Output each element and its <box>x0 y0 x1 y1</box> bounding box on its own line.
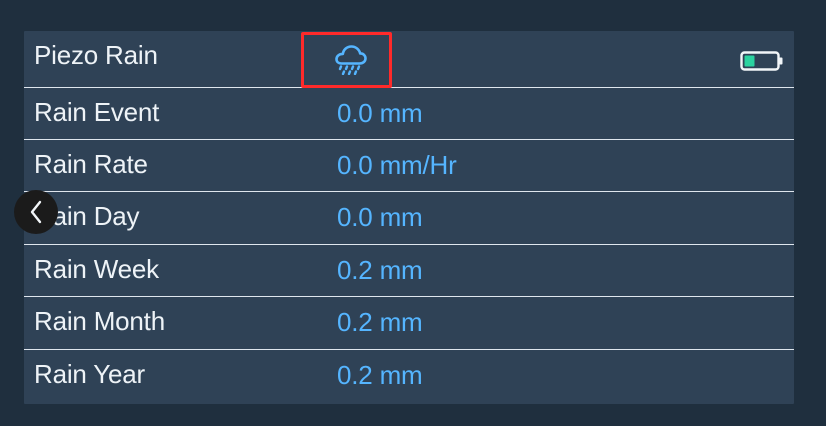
rain-day-row: Rain Day 0.0 mm <box>24 192 794 245</box>
rain-year-row: Rain Year 0.2 mm <box>24 350 794 404</box>
rain-event-label: Rain Event <box>34 97 160 127</box>
rain-month-row: Rain Month 0.2 mm <box>24 297 794 350</box>
rain-day-value: 0.0 mm <box>337 202 423 232</box>
back-button[interactable] <box>14 190 58 234</box>
rain-year-label: Rain Year <box>34 359 145 389</box>
rain-rate-row: Rain Rate 0.0 mm/Hr <box>24 140 794 192</box>
rain-cloud-icon[interactable] <box>333 45 367 75</box>
rain-week-value: 0.2 mm <box>337 255 423 285</box>
battery-icon <box>740 51 783 71</box>
rain-rate-value: 0.0 mm/Hr <box>337 150 457 180</box>
rain-month-label: Rain Month <box>34 306 165 336</box>
rain-week-label: Rain Week <box>34 254 159 284</box>
chevron-left-icon <box>30 200 42 224</box>
screen: Piezo Rain Rain Event 0.0 mm Rain Rate 0… <box>0 0 826 426</box>
piezo-rain-panel: Piezo Rain Rain Event 0.0 mm Rain Rate 0… <box>24 31 794 404</box>
rain-rate-label: Rain Rate <box>34 149 148 179</box>
rain-event-value: 0.0 mm <box>337 98 423 128</box>
rain-event-row: Rain Event 0.0 mm <box>24 88 794 140</box>
panel-title: Piezo Rain <box>34 40 158 70</box>
panel-header-row: Piezo Rain <box>24 31 794 88</box>
rain-year-value: 0.2 mm <box>337 360 423 390</box>
rain-week-row: Rain Week 0.2 mm <box>24 245 794 297</box>
rain-month-value: 0.2 mm <box>337 307 423 337</box>
